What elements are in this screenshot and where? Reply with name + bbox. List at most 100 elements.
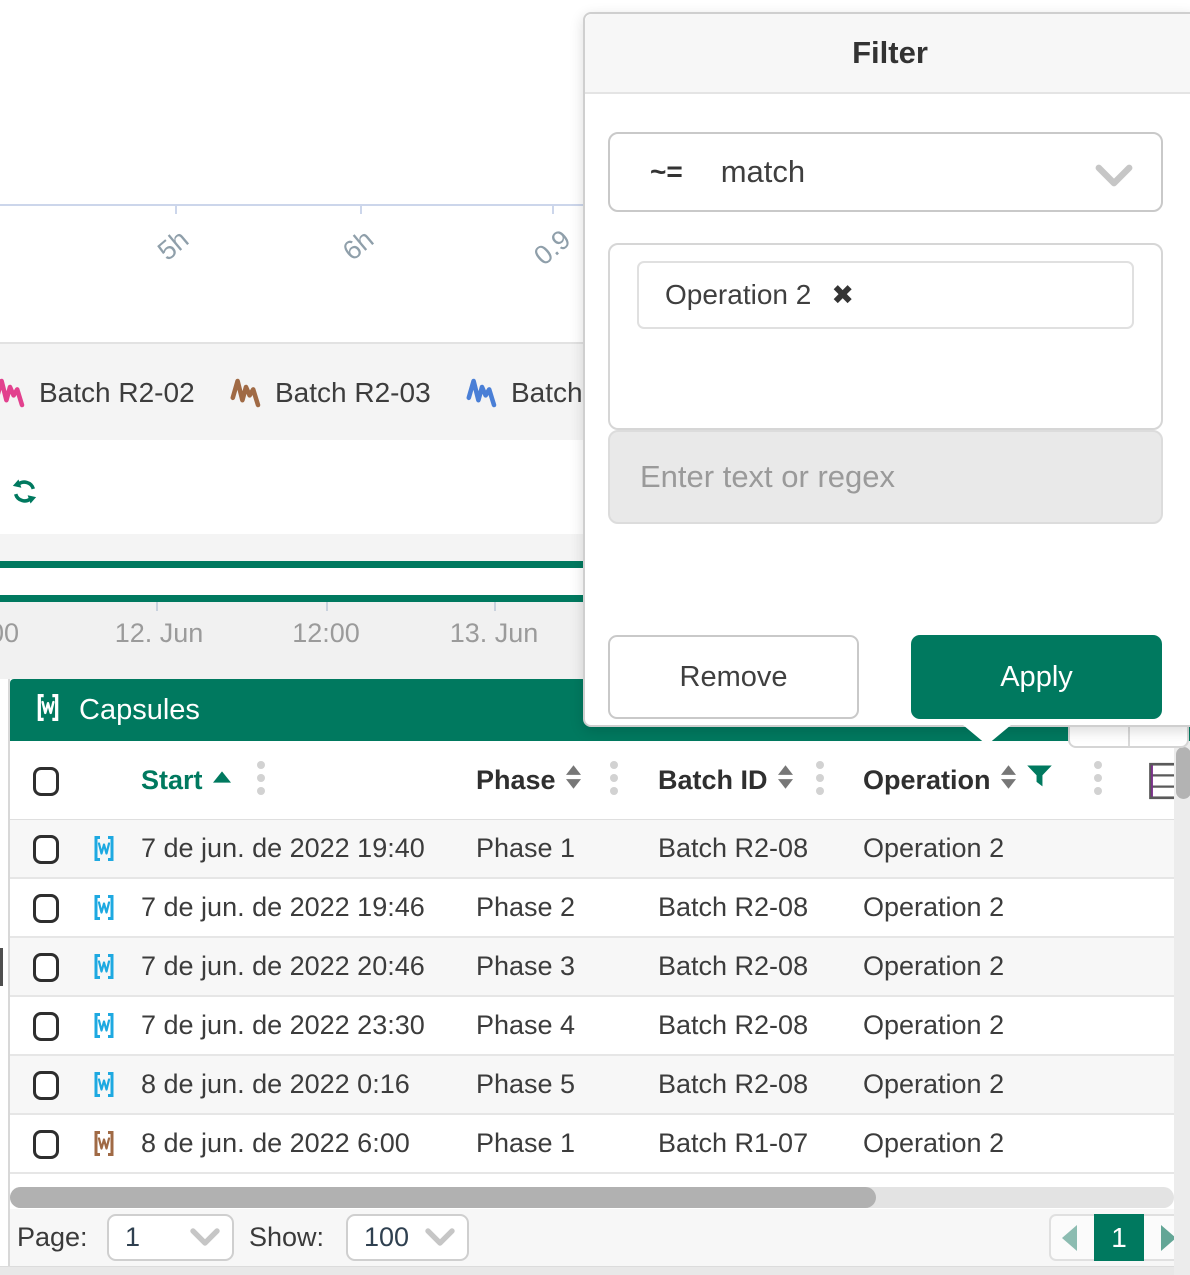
table-row[interactable]: 7 de jun. de 2022 20:46 Phase 3 Batch R2… [10,938,1174,997]
cell-phase: Phase 2 [476,879,575,936]
column-header-batch-id[interactable]: Batch ID [658,741,793,819]
sort-icon [566,765,581,796]
cell-batch-id: Batch R2-08 [658,1056,808,1113]
seeq-workbench-screen: 5h 6h 0.9 Batch R2-02 Batch R2-03 Batch [0,0,1190,1275]
column-label: Phase [476,765,556,796]
input-placeholder: Enter text or regex [640,459,895,495]
signal-squiggle-icon [466,375,498,411]
timebar-label: 12:00 [292,618,360,649]
chevron-down-icon [425,1222,455,1253]
capsule-icon [92,1070,116,1104]
capsules-table-body: 7 de jun. de 2022 19:40 Phase 1 Batch R2… [10,820,1174,1174]
cell-start: 8 de jun. de 2022 0:16 [141,1056,410,1113]
capsule-icon [35,692,61,728]
prev-page-icon[interactable] [1062,1225,1077,1251]
filter-icon[interactable] [1026,764,1053,796]
legend-item[interactable]: Batch R2-02 [0,344,195,442]
popup-caret [963,725,1011,745]
column-menu-icon[interactable] [257,761,265,795]
legend-item[interactable]: Batch [466,344,583,442]
legend-label: Batch [511,377,583,409]
sort-icon [778,765,793,796]
refresh-icon[interactable] [11,478,38,510]
show-select[interactable]: 100 [346,1214,469,1261]
legend-label: Batch R2-03 [275,377,431,409]
row-checkbox[interactable] [33,835,59,864]
capsule-icon [92,1011,116,1045]
legend-item[interactable]: Batch R2-03 [230,344,431,442]
select-all-checkbox[interactable] [33,767,59,796]
close-icon[interactable]: ✖ [831,280,854,311]
timebar-tick [156,602,158,611]
timebar-tick [326,602,328,611]
filter-popup-title: Filter [585,14,1190,94]
table-row[interactable]: 7 de jun. de 2022 23:30 Phase 4 Batch R2… [10,997,1174,1056]
column-label: Batch ID [658,765,768,796]
x-axis-tick [552,206,554,214]
cell-start: 7 de jun. de 2022 19:46 [141,879,425,936]
operator-symbol: ~= [650,156,683,188]
chip-label: Operation 2 [665,279,811,311]
row-checkbox[interactable] [33,1071,59,1100]
filter-values-box[interactable]: Operation 2 ✖ [608,243,1163,430]
page-select[interactable]: 1 [107,1214,234,1261]
horizontal-scrollbar[interactable] [10,1187,1174,1208]
table-row[interactable]: 8 de jun. de 2022 6:00 Phase 1 Batch R1-… [10,1115,1174,1174]
page-navigator: 1 [1049,1214,1189,1261]
cell-phase: Phase 5 [476,1056,575,1113]
timebar-tick [494,602,496,611]
vertical-scrollbar[interactable] [1174,741,1190,1275]
row-checkbox[interactable] [33,1012,59,1041]
operator-name: match [721,154,805,190]
signal-squiggle-icon [230,375,262,411]
cell-operation: Operation 2 [863,1056,1004,1113]
capsules-table-header: Start Phase Batch ID Op [10,741,1190,821]
show-select-value: 100 [364,1222,409,1253]
table-row[interactable]: 7 de jun. de 2022 19:46 Phase 2 Batch R2… [10,879,1174,938]
cell-operation: Operation 2 [863,997,1004,1054]
cell-phase: Phase 1 [476,1115,575,1172]
apply-button[interactable]: Apply [911,635,1162,719]
sort-icon [1001,765,1016,796]
table-row[interactable]: 8 de jun. de 2022 0:16 Phase 5 Batch R2-… [10,1056,1174,1115]
chevron-down-icon [190,1222,220,1253]
column-header-start[interactable]: Start [141,741,231,819]
cell-batch-id: Batch R2-08 [658,938,808,995]
cell-operation: Operation 2 [863,820,1004,877]
row-checkbox[interactable] [33,894,59,923]
filter-popup: Filter ~= match Operation 2 ✖ Enter text… [583,12,1190,727]
legend-label: Batch R2-02 [39,377,195,409]
column-menu-icon[interactable] [816,761,824,795]
capsule-icon [92,1129,116,1163]
operator-select[interactable]: ~= match [608,132,1163,212]
column-menu-icon[interactable] [1094,761,1102,795]
clipped-edge-element [0,948,3,986]
x-axis-label: 6h [314,224,380,286]
vertical-scrollbar-thumb[interactable] [1176,747,1190,799]
sort-asc-icon [213,759,231,790]
filter-value-chip: Operation 2 ✖ [637,261,1134,329]
column-header-phase[interactable]: Phase [476,741,581,819]
column-menu-icon[interactable] [610,761,618,795]
horizontal-scrollbar-thumb[interactable] [10,1187,876,1208]
row-checkbox[interactable] [33,953,59,982]
current-page-button[interactable]: 1 [1094,1214,1144,1261]
regex-text-input[interactable]: Enter text or regex [608,430,1163,524]
table-row[interactable]: 7 de jun. de 2022 19:40 Phase 1 Batch R2… [10,820,1174,879]
cell-phase: Phase 1 [476,820,575,877]
cell-batch-id: Batch R2-08 [658,879,808,936]
cell-batch-id: Batch R1-07 [658,1115,808,1172]
column-header-operation[interactable]: Operation [863,741,1053,819]
remove-button[interactable]: Remove [608,635,859,719]
cell-phase: Phase 4 [476,997,575,1054]
x-axis-tick [175,206,177,214]
row-checkbox[interactable] [33,1130,59,1159]
x-axis-label: 0.9 [511,224,577,286]
capsule-icon [92,893,116,927]
signal-squiggle-icon [0,375,26,411]
cell-operation: Operation 2 [863,938,1004,995]
cell-start: 7 de jun. de 2022 20:46 [141,938,425,995]
page-select-value: 1 [125,1222,140,1253]
x-axis-tick [360,206,362,214]
capsule-icon [92,952,116,986]
